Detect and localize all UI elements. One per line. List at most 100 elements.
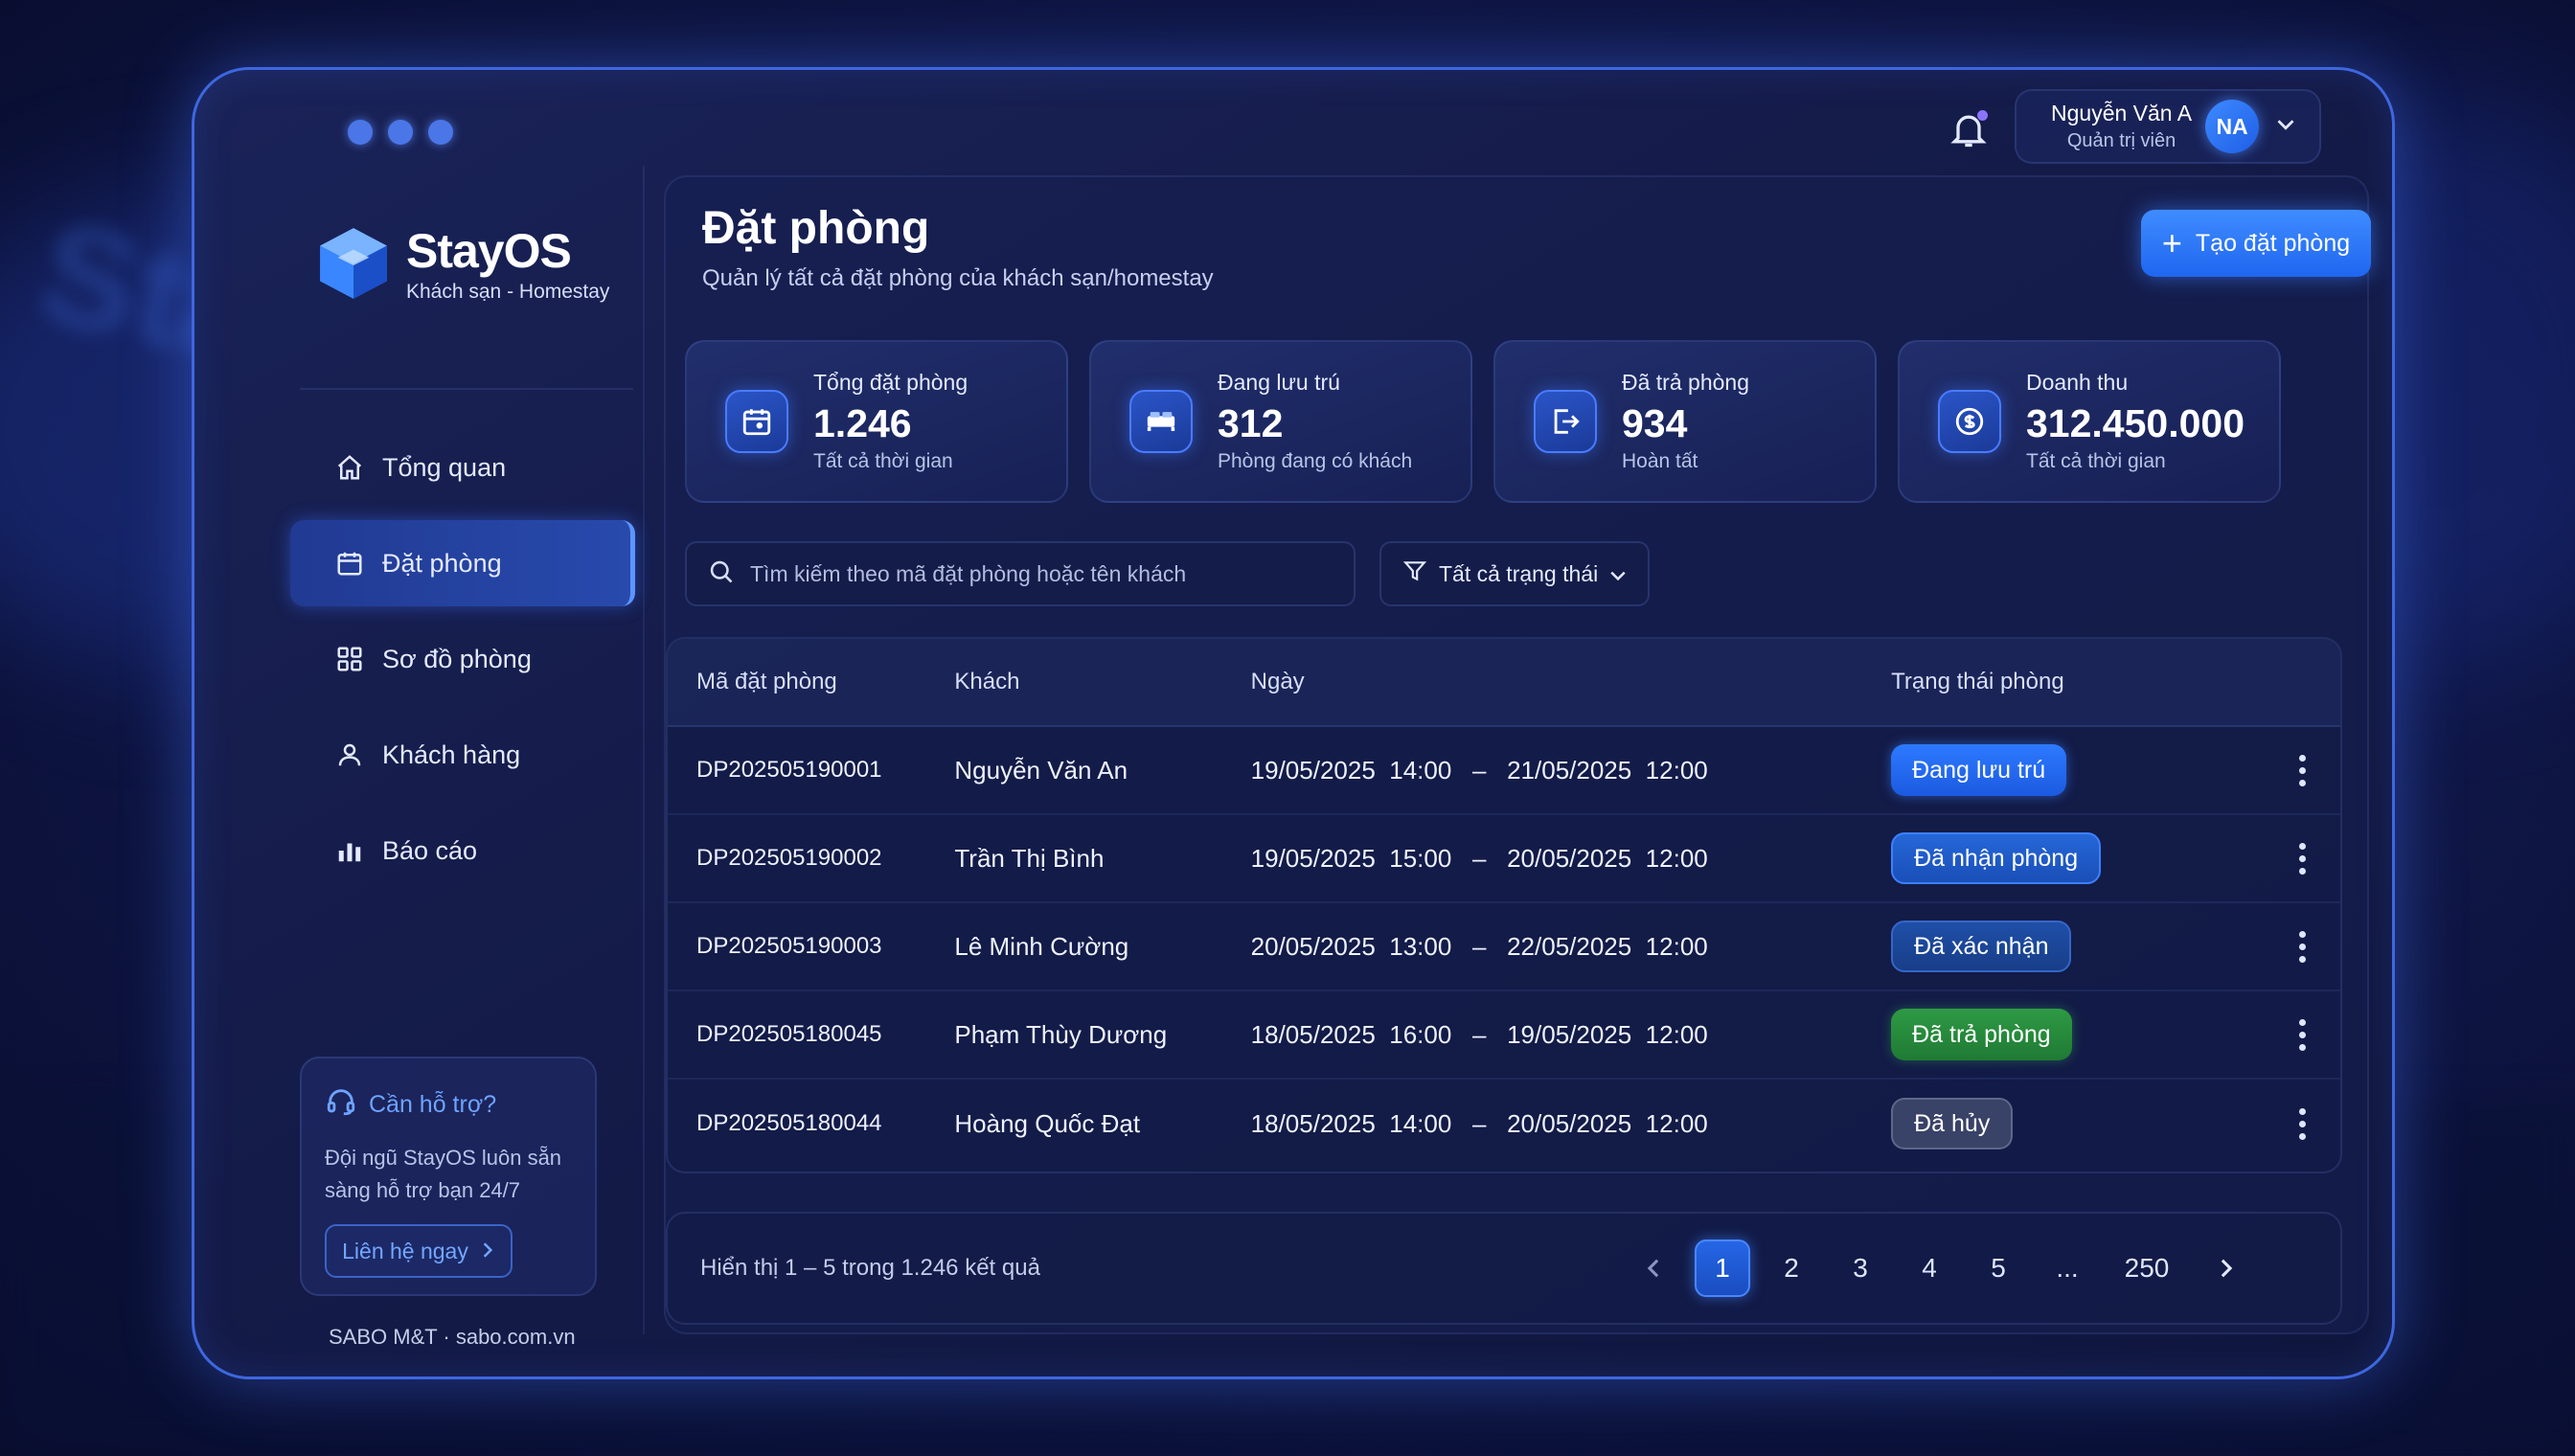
stat-card-staying[interactable]: Đang lưu trú 312 Phòng đang có khách [1089,340,1472,503]
page-subtitle: Quản lý tất cả đặt phòng của khách sạn/h… [702,265,1214,291]
create-booking-button[interactable]: + Tạo đặt phòng [2141,210,2371,277]
guest-name: Phạm Thùy Dương [954,1019,1168,1049]
status-badge: Đã hủy [1891,1098,2014,1149]
sidebar-item-room-map[interactable]: Sơ đồ phòng [290,616,635,702]
app-window: StayOS Khách sạn - Homestay Tổng quan Đặ… [192,67,2395,1379]
calendar-icon [334,548,365,579]
column-header[interactable]: Mã đặt phòng [668,669,954,695]
status-badge: Đã nhận phòng [1891,832,2102,884]
home-icon [334,452,365,483]
main-panel: Đặt phòng Quản lý tất cả đặt phòng của k… [664,175,2371,1334]
page-button[interactable]: 2 [1764,1240,1819,1297]
page-button[interactable]: 5 [1971,1240,2026,1297]
booking-code: DP202505180045 [696,1021,882,1047]
guest-name: Trần Thị Bình [954,843,1105,873]
status-filter-dropdown[interactable]: Tất cả trạng thái [1379,541,1650,606]
bed-icon [1129,390,1193,453]
user-menu[interactable]: Nguyễn Văn A Quản trị viên NA [2015,89,2321,164]
stat-card-total-bookings[interactable]: Tổng đặt phòng 1.246 Tất cả thời gian [685,340,1068,503]
window-dot[interactable] [348,120,373,145]
contact-button[interactable]: Liên hệ ngay [325,1224,513,1278]
table-row[interactable]: DP202505190002 Trần Thị Bình 19/05/2025 … [668,815,2340,903]
stat-label: Tổng đặt phòng [813,370,968,395]
sidebar-divider [300,388,633,390]
stat-card-revenue[interactable]: Doanh thu 312.450.000 Tất cả thời gian [1898,340,2281,503]
stat-sub: Tất cả thời gian [2026,450,2166,472]
create-booking-label: Tạo đặt phòng [2195,229,2351,257]
more-actions-icon[interactable] [2264,930,2340,963]
booking-dates: 20/05/2025 13:00 – 22/05/2025 12:00 [1250,931,1708,961]
stat-sub: Tất cả thời gian [813,450,953,472]
more-actions-icon[interactable] [2264,754,2340,786]
filter-selected: Tất cả trạng thái [1439,560,1599,586]
booking-code: DP202505190003 [696,933,882,959]
more-actions-icon[interactable] [2264,1107,2340,1140]
chevron-right-icon[interactable] [2199,1240,2254,1297]
chevron-left-icon[interactable] [1626,1240,1681,1297]
column-header[interactable]: Khách [954,669,1250,695]
stats-row: Tổng đặt phòng 1.246 Tất cả thời gian Đa… [685,340,2281,503]
footer-credit: SABO M&T · sabo.com.vn [329,1325,576,1349]
chevron-down-icon[interactable] [2276,118,2295,136]
table-row[interactable]: DP202505180045 Phạm Thùy Dương 18/05/202… [668,991,2340,1080]
app-tagline: Khách sạn - Homestay [406,281,610,303]
status-badge: Đã xác nhận [1891,921,2072,972]
sidebar-item-reports[interactable]: Báo cáo [290,808,635,894]
plus-icon: + [2161,223,2182,262]
contact-button-label: Liên hệ ngay [342,1238,468,1263]
booking-dates: 19/05/2025 14:00 – 21/05/2025 12:00 [1250,755,1708,785]
page-button[interactable]: 1 [1695,1240,1750,1297]
sidebar-item-overview[interactable]: Tổng quan [290,424,635,511]
cube-logo-icon [320,228,387,299]
logo[interactable]: StayOS Khách sạn - Homestay [314,223,609,304]
status-badge: Đã trả phòng [1891,1009,2072,1060]
table-row[interactable]: DP202505190003 Lê Minh Cường 20/05/2025 … [668,903,2340,991]
grid-icon [334,644,365,674]
user-icon [334,739,365,770]
more-actions-icon[interactable] [2264,842,2340,875]
sidebar-item-customers[interactable]: Khách hàng [290,712,635,798]
booking-dates: 19/05/2025 15:00 – 20/05/2025 12:00 [1250,843,1708,873]
help-card: Cần hỗ trợ? Đội ngũ StayOS luôn sẵn sàng… [300,1057,597,1296]
chevron-down-icon [1609,561,1627,587]
page-button[interactable]: 250 [2108,1240,2185,1297]
sidebar-item-label: Đặt phòng [382,548,502,578]
help-text: Đội ngũ StayOS luôn sẵn sàng hỗ trợ bạn … [325,1146,562,1202]
sidebar-item-bookings[interactable]: Đặt phòng [290,520,635,606]
notification-bell-icon[interactable] [1948,108,1990,150]
stat-card-checked-out[interactable]: Đã trả phòng 934 Hoàn tất [1493,340,1877,503]
stat-value: 1.246 [813,401,912,445]
revenue-icon [1938,390,2001,453]
page-button[interactable]: 3 [1833,1240,1888,1297]
notification-dot [1977,110,1988,121]
stat-value: 934 [1622,401,1688,445]
search-box [685,541,1356,606]
window-controls [348,120,453,145]
status-badge: Đang lưu trú [1891,744,2067,796]
table-header: Mã đặt phòng Khách Ngày Trạng thái phòng [668,639,2340,727]
headset-icon [325,1085,357,1125]
window-dot[interactable] [388,120,413,145]
bar-chart-icon [334,835,365,866]
sidebar-nav: Tổng quan Đặt phòng Sơ đồ phòng Khách hà… [290,424,635,903]
more-actions-icon[interactable] [2264,1018,2340,1051]
column-header[interactable]: Ngày [1251,669,1881,695]
page-button[interactable]: 4 [1902,1240,1957,1297]
column-header[interactable]: Trạng thái phòng [1881,669,2264,695]
search-input[interactable] [750,560,1344,587]
sidebar-item-label: Sơ đồ phòng [382,644,532,673]
booking-dates: 18/05/2025 16:00 – 19/05/2025 12:00 [1250,1019,1708,1049]
sidebar: StayOS Khách sạn - Homestay Tổng quan Đặ… [281,166,645,1349]
booking-code: DP202505180044 [696,1110,882,1136]
window-dot[interactable] [428,120,453,145]
table-row[interactable]: DP202505180044 Hoàng Quốc Đạt 18/05/2025… [668,1080,2340,1168]
pagination: Hiển thị 1 – 5 trong 1.246 kết quả 1 2 3… [666,1212,2342,1325]
guest-name: Lê Minh Cường [954,931,1129,961]
stat-sub: Phòng đang có khách [1218,450,1413,472]
avatar[interactable]: NA [2205,100,2260,153]
table-row[interactable]: DP202505190001 Nguyễn Văn An 19/05/2025 … [668,727,2340,815]
user-name: Nguyễn Văn A [2051,101,2193,125]
calendar-icon [725,390,788,453]
pagination-info: Hiển thị 1 – 5 trong 1.246 kết quả [700,1255,1040,1281]
stat-label: Doanh thu [2026,370,2129,395]
